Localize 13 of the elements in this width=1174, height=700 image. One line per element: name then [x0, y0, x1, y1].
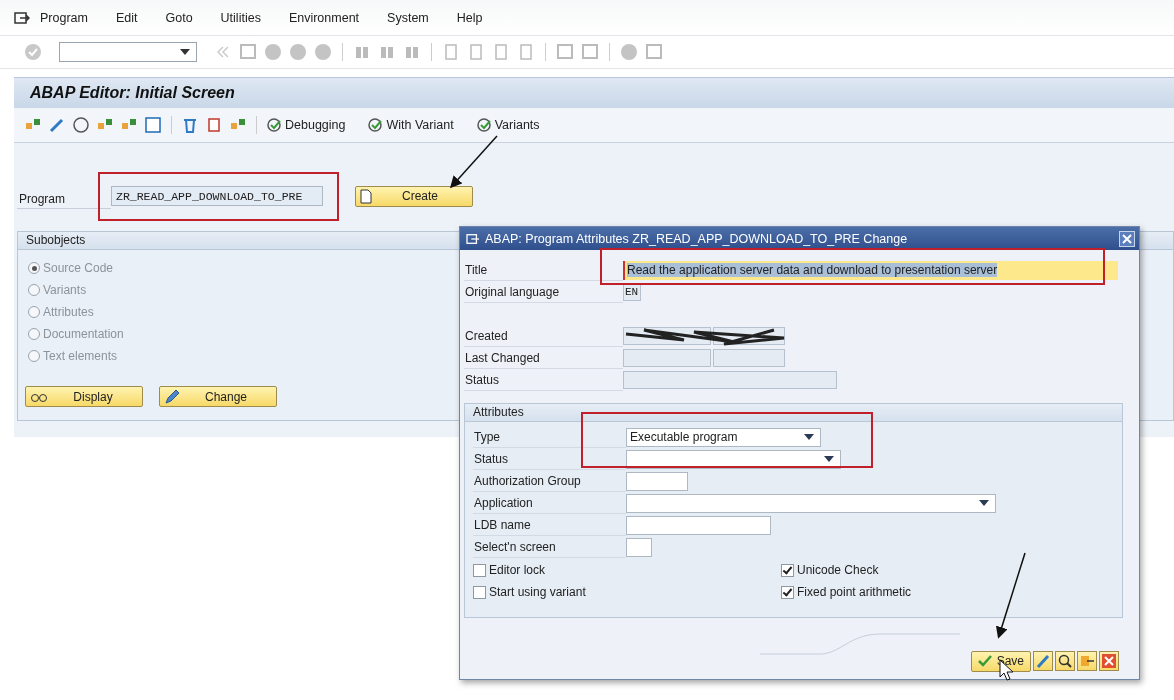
checkbox-label: Unicode Check: [797, 563, 879, 577]
panel-title: Subobjects: [26, 233, 86, 247]
field-label: Status: [473, 448, 626, 470]
panel-title: Attributes: [473, 405, 524, 419]
dialog-title: ABAP: Program Attributes ZR_READ_APP_DOWNLOAD_TO_PRE Change: [485, 231, 908, 246]
field-label: Status: [464, 369, 623, 391]
screen-title: ABAP Editor: Initial Screen: [30, 84, 235, 102]
field-label: Original language: [464, 281, 623, 303]
checkbox-label: Start using variant: [489, 585, 586, 599]
checkbox-label: Fixed point arithmetic: [797, 585, 912, 599]
field-label: Created: [464, 325, 623, 347]
field-label: Last Changed: [464, 347, 623, 369]
checkbox-label: Editor lock: [489, 563, 546, 577]
